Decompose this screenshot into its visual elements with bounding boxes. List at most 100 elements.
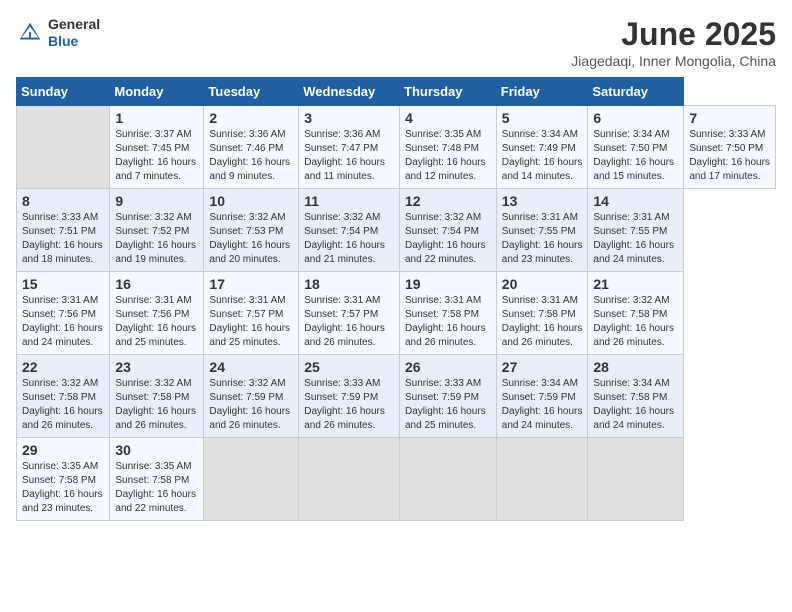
day-info: Sunrise: 3:37 AMSunset: 7:45 PMDaylight:… [115, 128, 198, 184]
calendar-cell: 21 Sunrise: 3:32 AMSunset: 7:58 PMDayligh… [588, 272, 684, 355]
day-number: 16 [115, 276, 198, 292]
day-number: 3 [304, 110, 394, 126]
day-number: 18 [304, 276, 394, 292]
logo-blue: Blue [48, 33, 78, 49]
calendar-cell: 22 Sunrise: 3:32 AMSunset: 7:58 PMDayligh… [17, 355, 110, 438]
calendar-cell [496, 438, 588, 521]
day-number: 5 [502, 110, 583, 126]
logo: General Blue [16, 16, 100, 50]
month-title: June 2025 [571, 16, 776, 53]
day-info: Sunrise: 3:33 AMSunset: 7:59 PMDaylight:… [304, 377, 394, 433]
calendar-cell [204, 438, 299, 521]
day-number: 26 [405, 359, 491, 375]
day-number: 20 [502, 276, 583, 292]
day-number: 15 [22, 276, 104, 292]
day-number: 4 [405, 110, 491, 126]
day-info: Sunrise: 3:32 AMSunset: 7:54 PMDaylight:… [304, 211, 394, 267]
calendar-cell: 1Sunrise: 3:37 AMSunset: 7:45 PMDaylight… [110, 106, 204, 189]
day-info: Sunrise: 3:31 AMSunset: 7:57 PMDaylight:… [304, 294, 394, 350]
day-number: 30 [115, 442, 198, 458]
day-info: Sunrise: 3:32 AMSunset: 7:58 PMDaylight:… [593, 294, 678, 350]
calendar-cell: 29 Sunrise: 3:35 AMSunset: 7:58 PMDayligh… [17, 438, 110, 521]
header: General Blue June 2025 Jiagedaqi, Inner … [16, 16, 776, 69]
header-day-saturday: Saturday [588, 78, 684, 106]
week-row-1: 1Sunrise: 3:37 AMSunset: 7:45 PMDaylight… [17, 106, 776, 189]
day-number: 6 [593, 110, 678, 126]
day-info: Sunrise: 3:34 AMSunset: 7:59 PMDaylight:… [502, 377, 583, 433]
calendar-cell: 24 Sunrise: 3:32 AMSunset: 7:59 PMDayligh… [204, 355, 299, 438]
calendar-cell [17, 106, 110, 189]
day-info: Sunrise: 3:34 AMSunset: 7:58 PMDaylight:… [593, 377, 678, 433]
calendar-cell: 17Sunrise: 3:31 AMSunset: 7:57 PMDayligh… [204, 272, 299, 355]
day-info: Sunrise: 3:33 AMSunset: 7:50 PMDaylight:… [689, 128, 770, 184]
day-number: 28 [593, 359, 678, 375]
calendar-cell: 23 Sunrise: 3:32 AMSunset: 7:58 PMDayligh… [110, 355, 204, 438]
header-row: SundayMondayTuesdayWednesdayThursdayFrid… [17, 78, 776, 106]
day-number: 14 [593, 193, 678, 209]
day-info: Sunrise: 3:34 AMSunset: 7:50 PMDaylight:… [593, 128, 678, 184]
day-info: Sunrise: 3:35 AMSunset: 7:48 PMDaylight:… [405, 128, 491, 184]
week-row-5: 29 Sunrise: 3:35 AMSunset: 7:58 PMDayligh… [17, 438, 776, 521]
header-day-friday: Friday [496, 78, 588, 106]
day-number: 11 [304, 193, 394, 209]
day-number: 9 [115, 193, 198, 209]
calendar-cell: 11 Sunrise: 3:32 AMSunset: 7:54 PMDayligh… [299, 189, 400, 272]
calendar-cell: 19Sunrise: 3:31 AMSunset: 7:58 PMDayligh… [400, 272, 497, 355]
calendar-cell: 20 Sunrise: 3:31 AMSunset: 7:58 PMDayligh… [496, 272, 588, 355]
week-row-2: 8 Sunrise: 3:33 AMSunset: 7:51 PMDaylight… [17, 189, 776, 272]
header-day-thursday: Thursday [400, 78, 497, 106]
calendar-cell [299, 438, 400, 521]
calendar-cell: 6 Sunrise: 3:34 AMSunset: 7:50 PMDaylight… [588, 106, 684, 189]
day-number: 23 [115, 359, 198, 375]
calendar-cell [400, 438, 497, 521]
day-info: Sunrise: 3:32 AMSunset: 7:52 PMDaylight:… [115, 211, 198, 267]
day-info: Sunrise: 3:31 AMSunset: 7:57 PMDaylight:… [209, 294, 293, 350]
calendar-cell: 26Sunrise: 3:33 AMSunset: 7:59 PMDayligh… [400, 355, 497, 438]
week-row-4: 22 Sunrise: 3:32 AMSunset: 7:58 PMDayligh… [17, 355, 776, 438]
day-number: 2 [209, 110, 293, 126]
day-info: Sunrise: 3:36 AMSunset: 7:46 PMDaylight:… [209, 128, 293, 184]
day-number: 21 [593, 276, 678, 292]
day-info: Sunrise: 3:36 AMSunset: 7:47 PMDaylight:… [304, 128, 394, 184]
day-info: Sunrise: 3:33 AMSunset: 7:51 PMDaylight:… [22, 211, 104, 267]
calendar-cell: 10Sunrise: 3:32 AMSunset: 7:53 PMDayligh… [204, 189, 299, 272]
location: Jiagedaqi, Inner Mongolia, China [571, 53, 776, 69]
day-number: 12 [405, 193, 491, 209]
day-number: 25 [304, 359, 394, 375]
calendar-cell: 13Sunrise: 3:31 AMSunset: 7:55 PMDayligh… [496, 189, 588, 272]
calendar-cell: 30 Sunrise: 3:35 AMSunset: 7:58 PMDayligh… [110, 438, 204, 521]
day-number: 8 [22, 193, 104, 209]
calendar-cell: 12Sunrise: 3:32 AMSunset: 7:54 PMDayligh… [400, 189, 497, 272]
calendar-cell: 18 Sunrise: 3:31 AMSunset: 7:57 PMDayligh… [299, 272, 400, 355]
day-number: 7 [689, 110, 770, 126]
calendar-cell: 14Sunrise: 3:31 AMSunset: 7:55 PMDayligh… [588, 189, 684, 272]
day-info: Sunrise: 3:32 AMSunset: 7:58 PMDaylight:… [22, 377, 104, 433]
day-info: Sunrise: 3:35 AMSunset: 7:58 PMDaylight:… [115, 460, 198, 516]
calendar-cell: 9 Sunrise: 3:32 AMSunset: 7:52 PMDaylight… [110, 189, 204, 272]
calendar-cell: 28 Sunrise: 3:34 AMSunset: 7:58 PMDayligh… [588, 355, 684, 438]
week-row-3: 15 Sunrise: 3:31 AMSunset: 7:56 PMDayligh… [17, 272, 776, 355]
logo-text: General Blue [48, 16, 100, 50]
calendar-table: SundayMondayTuesdayWednesdayThursdayFrid… [16, 77, 776, 521]
day-number: 24 [209, 359, 293, 375]
day-number: 22 [22, 359, 104, 375]
title-area: June 2025 Jiagedaqi, Inner Mongolia, Chi… [571, 16, 776, 69]
calendar-cell: 4 Sunrise: 3:35 AMSunset: 7:48 PMDaylight… [400, 106, 497, 189]
day-info: Sunrise: 3:31 AMSunset: 7:58 PMDaylight:… [502, 294, 583, 350]
day-info: Sunrise: 3:32 AMSunset: 7:59 PMDaylight:… [209, 377, 293, 433]
logo-icon [16, 19, 44, 47]
day-info: Sunrise: 3:35 AMSunset: 7:58 PMDaylight:… [22, 460, 104, 516]
day-number: 13 [502, 193, 583, 209]
day-info: Sunrise: 3:31 AMSunset: 7:56 PMDaylight:… [115, 294, 198, 350]
calendar-cell: 8 Sunrise: 3:33 AMSunset: 7:51 PMDaylight… [17, 189, 110, 272]
day-number: 19 [405, 276, 491, 292]
calendar-cell: 5 Sunrise: 3:34 AMSunset: 7:49 PMDaylight… [496, 106, 588, 189]
header-day-tuesday: Tuesday [204, 78, 299, 106]
day-info: Sunrise: 3:32 AMSunset: 7:58 PMDaylight:… [115, 377, 198, 433]
day-info: Sunrise: 3:34 AMSunset: 7:49 PMDaylight:… [502, 128, 583, 184]
day-number: 10 [209, 193, 293, 209]
header-day-wednesday: Wednesday [299, 78, 400, 106]
calendar-cell: 25 Sunrise: 3:33 AMSunset: 7:59 PMDayligh… [299, 355, 400, 438]
day-number: 29 [22, 442, 104, 458]
header-day-sunday: Sunday [17, 78, 110, 106]
